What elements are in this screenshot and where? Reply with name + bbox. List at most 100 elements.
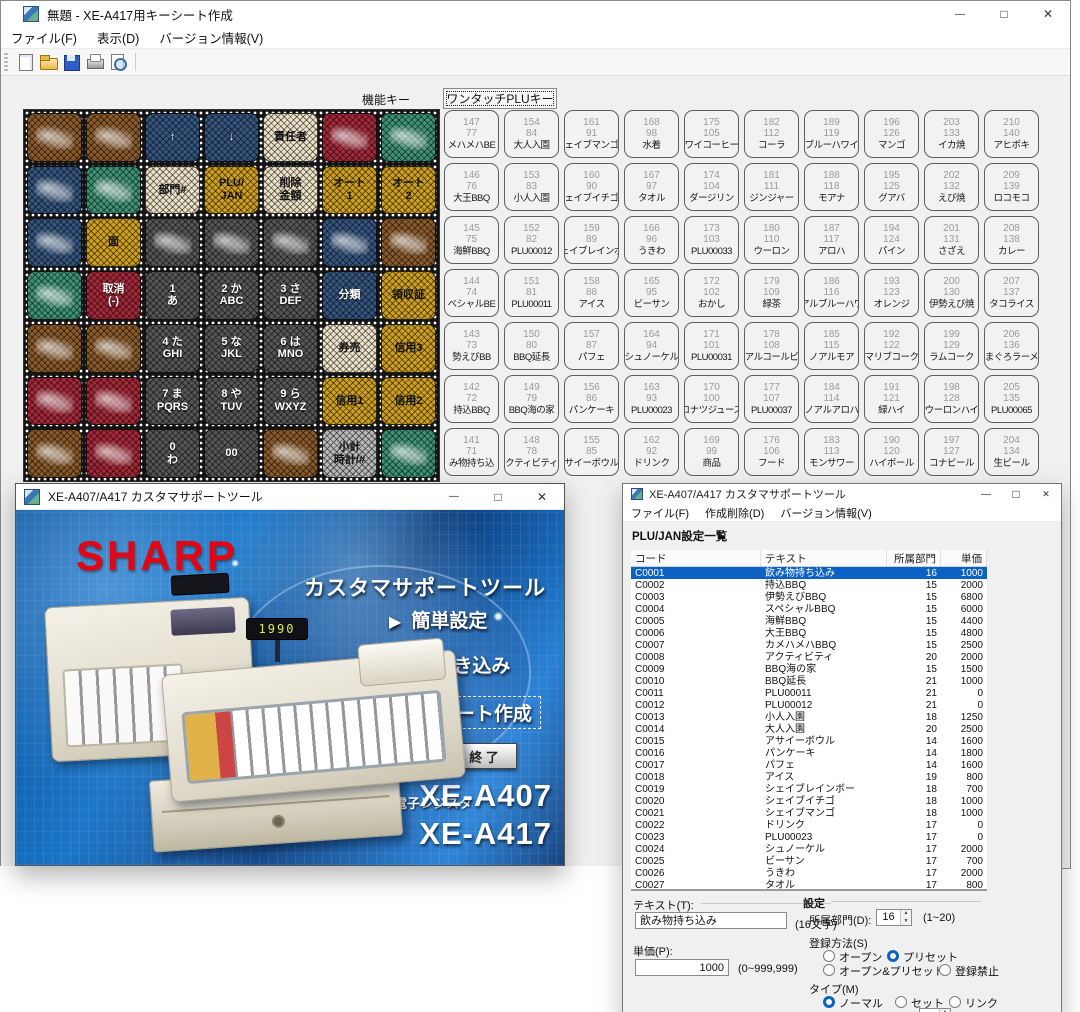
function-key[interactable]: オート 1 xyxy=(322,166,377,215)
radio-open[interactable] xyxy=(823,950,835,962)
menu-version-info[interactable]: バージョン情報(V) xyxy=(149,28,273,47)
tab-function-keys[interactable]: 機能キー xyxy=(331,89,441,110)
function-key[interactable]: 6 は MNO xyxy=(263,324,318,373)
function-key[interactable] xyxy=(27,218,82,267)
plu-key[interactable]: 16595ビーサン xyxy=(624,269,679,317)
function-key[interactable]: 信用3 xyxy=(381,324,436,373)
table-row[interactable]: C0010BBQ延長211000 xyxy=(631,675,987,687)
plu-key[interactable]: 209139ロコモコ xyxy=(984,163,1039,211)
table-row[interactable]: C0012PLU00012210 xyxy=(631,699,987,711)
settings-menu-version-info[interactable]: バージョン情報(V) xyxy=(772,505,879,521)
function-key[interactable] xyxy=(27,166,82,215)
radio-normal[interactable] xyxy=(823,996,835,1008)
settings-close-icon[interactable] xyxy=(1031,484,1061,504)
radio-open-and-preset[interactable] xyxy=(823,964,835,976)
plu-key[interactable]: 15383小人入園 xyxy=(504,163,559,211)
function-key[interactable]: ↓ xyxy=(204,113,259,162)
plu-key[interactable]: 208138カレー xyxy=(984,216,1039,264)
table-row[interactable]: C0016パンケーキ141800 xyxy=(631,747,987,759)
table-row[interactable]: C0001飲み物持ち込み161000 xyxy=(631,567,987,579)
menu-item-easy-setup[interactable]: 簡単設定 xyxy=(389,606,487,633)
plu-key[interactable]: 182112コーラ xyxy=(744,110,799,158)
table-row[interactable]: C0018アイス19800 xyxy=(631,771,987,783)
maximize-icon[interactable] xyxy=(982,1,1026,27)
column-header-department[interactable]: 所属部門 xyxy=(887,550,941,566)
menu-view[interactable]: 表示(D) xyxy=(87,28,149,47)
plu-key[interactable]: 14878クティビティ xyxy=(504,428,559,476)
function-key[interactable] xyxy=(381,218,436,267)
plu-key[interactable]: 14474ベシャルBE xyxy=(444,269,499,317)
function-key[interactable] xyxy=(86,113,141,162)
function-key[interactable] xyxy=(27,113,82,162)
close-icon[interactable] xyxy=(1026,1,1070,27)
plu-key[interactable]: 176106フード xyxy=(744,428,799,476)
function-key[interactable] xyxy=(86,166,141,215)
function-key[interactable] xyxy=(27,324,82,373)
tab-one-touch-plu-keys[interactable]: ワンタッチPLUキー xyxy=(443,88,557,109)
plu-key[interactable]: 173103PLU00033 xyxy=(684,216,739,264)
function-key[interactable]: 7 ま PQRS xyxy=(145,377,200,426)
plu-key[interactable]: 171101PLU00031 xyxy=(684,322,739,370)
plu-key[interactable]: 193123オレンジ xyxy=(864,269,919,317)
open-file-icon[interactable] xyxy=(39,53,58,71)
plu-key[interactable]: 179109緑茶 xyxy=(744,269,799,317)
plu-key[interactable]: 178108アルコールビ xyxy=(744,322,799,370)
support-minimize-icon[interactable] xyxy=(432,484,476,509)
plu-key[interactable]: 189119ブルーハワイ xyxy=(804,110,859,158)
function-key[interactable] xyxy=(204,218,259,267)
plu-key[interactable]: 16191ェイブマンゴ xyxy=(564,110,619,158)
plu-key[interactable]: 14777メハメハBE xyxy=(444,110,499,158)
function-key[interactable] xyxy=(381,429,436,478)
function-key[interactable]: オート 2 xyxy=(381,166,436,215)
plu-key[interactable]: 191121緑ハイ xyxy=(864,375,919,423)
function-key[interactable]: 3 さ DEF xyxy=(263,271,318,320)
table-row[interactable]: C0007カメハメハBBQ152500 xyxy=(631,639,987,651)
settings-maximize-icon[interactable] xyxy=(1001,484,1031,504)
plu-key[interactable]: 170100コナツジュース xyxy=(684,375,739,423)
function-key[interactable]: 削除 金額 xyxy=(263,166,318,215)
function-key[interactable]: 8 や TUV xyxy=(204,377,259,426)
plu-key[interactable]: 210140アヒポキ xyxy=(984,110,1039,158)
table-row[interactable]: C0005海鮮BBQ154400 xyxy=(631,615,987,627)
table-row[interactable]: C0020シェイブイチゴ181000 xyxy=(631,795,987,807)
support-maximize-icon[interactable] xyxy=(476,484,520,509)
price-input[interactable]: 1000 xyxy=(635,959,729,976)
spinner-down-icon[interactable]: ▼ xyxy=(901,918,911,926)
plu-key[interactable]: 181111ジンジャー xyxy=(744,163,799,211)
plu-key[interactable]: 16999商品 xyxy=(684,428,739,476)
plu-key[interactable]: 15888アイス xyxy=(564,269,619,317)
table-row[interactable]: C0004スペシャルBBQ156000 xyxy=(631,603,987,615)
table-row[interactable]: C0023PLU00023170 xyxy=(631,831,987,843)
plu-key[interactable]: 14575海鮮BBQ xyxy=(444,216,499,264)
radio-preset[interactable] xyxy=(887,950,899,962)
plu-key[interactable]: 203133イカ焼 xyxy=(924,110,979,158)
plu-key[interactable]: 14676大王BBQ xyxy=(444,163,499,211)
plu-key[interactable]: 204134生ビール xyxy=(984,428,1039,476)
plu-key[interactable]: 205135PLU00065 xyxy=(984,375,1039,423)
plu-key[interactable]: 207137タコライス xyxy=(984,269,1039,317)
table-row[interactable]: C0008アクティビティ202000 xyxy=(631,651,987,663)
plu-key[interactable]: 14171み物持ち込 xyxy=(444,428,499,476)
plu-key[interactable]: 16494シュノーケル xyxy=(624,322,679,370)
function-key[interactable] xyxy=(86,429,141,478)
function-key[interactable]: 4 た GHI xyxy=(145,324,200,373)
function-key[interactable]: 9 ら WXYZ xyxy=(263,377,318,426)
table-row[interactable]: C0026うきわ172000 xyxy=(631,867,987,879)
function-key[interactable] xyxy=(322,218,377,267)
function-key[interactable] xyxy=(27,271,82,320)
function-key[interactable]: 信用1 xyxy=(322,377,377,426)
save-file-icon[interactable] xyxy=(62,53,81,71)
column-header-price[interactable]: 単価 xyxy=(941,550,987,566)
table-row[interactable]: C0015アサイーボウル141600 xyxy=(631,735,987,747)
print-preview-icon[interactable] xyxy=(108,53,127,71)
table-row[interactable]: C0019シェイブレインボー18700 xyxy=(631,783,987,795)
function-key[interactable]: 取消 (-) xyxy=(86,271,141,320)
settings-minimize-icon[interactable] xyxy=(971,484,1001,504)
column-header-text[interactable]: テキスト xyxy=(761,550,887,566)
plu-key[interactable]: 14272持込BBQ xyxy=(444,375,499,423)
plu-key[interactable]: 16090ェイブイチゴ xyxy=(564,163,619,211)
function-key[interactable]: 2 か ABC xyxy=(204,271,259,320)
plu-key[interactable]: 15181PLU00011 xyxy=(504,269,559,317)
plu-key[interactable]: 15282PLU00012 xyxy=(504,216,559,264)
table-row[interactable]: C0003伊勢えびBBQ156800 xyxy=(631,591,987,603)
